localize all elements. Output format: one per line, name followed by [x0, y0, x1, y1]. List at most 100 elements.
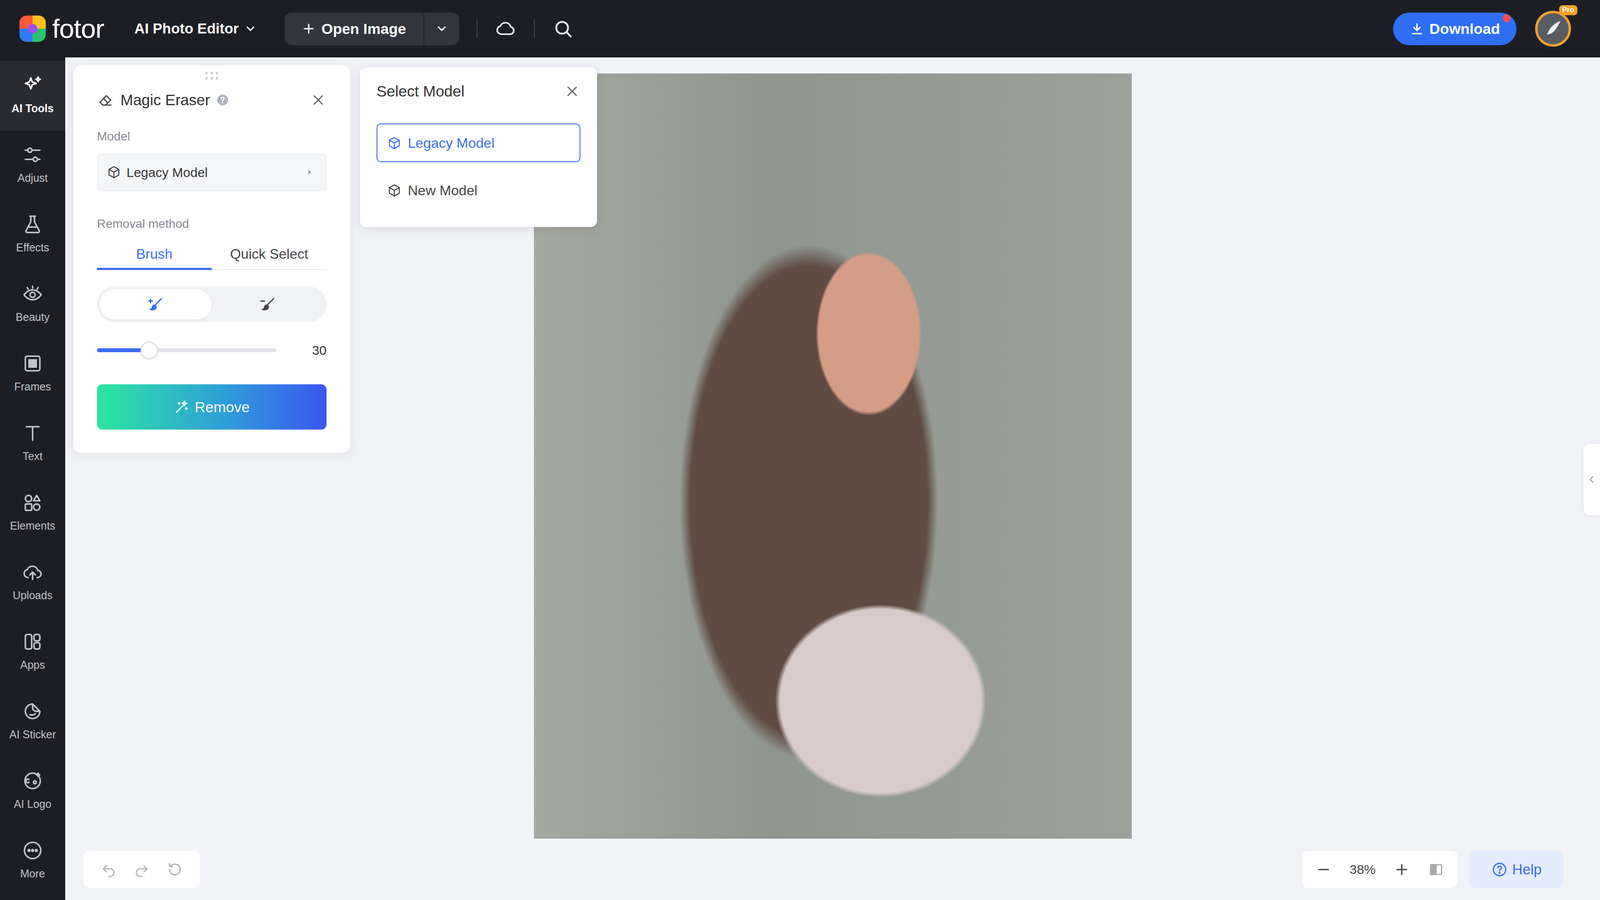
cloud-icon[interactable] [494, 17, 517, 40]
brush-size-value: 30 [312, 340, 327, 360]
brush-add-icon [146, 295, 165, 314]
sidebar-label: Effects [16, 239, 50, 257]
upload-icon [21, 561, 44, 584]
brush-erase-icon [259, 295, 277, 314]
chevron-left-icon [1586, 474, 1597, 485]
model-option-label: Legacy Model [407, 132, 495, 154]
sidebar-label: AI Sticker [9, 726, 57, 744]
sidebar-label: Frames [14, 378, 52, 396]
remove-button[interactable]: Remove [96, 384, 327, 430]
sidebar-item[interactable]: Apps [0, 617, 66, 687]
download-button[interactable]: Download [1393, 12, 1517, 46]
removal-label: Removal method [96, 216, 327, 232]
mode-menu[interactable]: AI Photo Editor [134, 17, 257, 40]
sidebar-item[interactable]: Beauty [0, 269, 66, 340]
sidebar-item[interactable]: AI Sticker [0, 686, 66, 757]
logo-icon [21, 770, 44, 792]
top-bar: fotor AI Photo Editor Open Image Downloa… [0, 0, 1600, 58]
brush-mode-button[interactable] [211, 289, 324, 320]
sticker-icon [21, 700, 44, 723]
sidebar-item[interactable]: Elements [0, 478, 66, 548]
collapse-tab[interactable] [1583, 443, 1600, 516]
slider-knob[interactable] [140, 341, 158, 360]
sidebar-label: Beauty [15, 309, 50, 326]
cube-icon [386, 183, 402, 198]
sidebar-item[interactable]: Frames [0, 339, 66, 409]
open-image-button[interactable]: Open Image [284, 12, 424, 46]
sidebar-item[interactable]: Adjust [0, 130, 66, 200]
menu-header: Select Model [376, 80, 581, 103]
open-image-label: Open Image [321, 17, 407, 40]
app: fotor AI Photo Editor Open Image Downloa… [0, 0, 1600, 900]
panel-header: Magic Eraser [96, 89, 327, 111]
reset-button[interactable] [165, 860, 184, 879]
method-tab-label: Quick Select [230, 246, 309, 262]
search-icon[interactable] [552, 17, 574, 40]
bottom-bar: 38% Help [65, 838, 1600, 900]
model-value: Legacy Model [126, 162, 208, 183]
workspace: AI Tools Adjust Effects Beauty Frames Text Ele… [0, 57, 1600, 900]
sparkle-icon [21, 74, 44, 97]
help-icon[interactable] [216, 93, 230, 107]
logo-text: fotor [52, 15, 104, 43]
model-option-label: New Model [407, 180, 478, 201]
model-option[interactable]: Legacy Model [376, 123, 581, 163]
close-icon[interactable] [563, 83, 581, 100]
method-tab[interactable]: Brush [96, 239, 212, 270]
eye-icon [21, 283, 44, 305]
logo[interactable]: fotor [18, 14, 104, 44]
sidebar-item[interactable]: More [0, 826, 66, 896]
zoom-in-button[interactable] [1393, 861, 1410, 878]
chevron-down-icon [243, 22, 257, 36]
sparkle-icon [173, 399, 190, 415]
flask-icon [21, 213, 44, 236]
model-select[interactable]: Legacy Model [96, 153, 327, 192]
open-image-dropdown[interactable] [423, 12, 460, 46]
divider [533, 19, 535, 39]
cube-icon [106, 164, 122, 180]
redo-button[interactable] [132, 860, 151, 879]
model-option[interactable]: New Model [376, 170, 581, 210]
undo-icon [99, 860, 118, 879]
divider [476, 19, 478, 39]
help-button[interactable]: Help [1469, 850, 1564, 888]
zoom-group: 38% [1302, 850, 1458, 888]
sidebar: AI Tools Adjust Effects Beauty Frames Text Ele… [0, 57, 66, 900]
eraser-icon [96, 91, 115, 109]
brush-mode-button[interactable] [99, 289, 212, 320]
photo[interactable] [533, 73, 1132, 839]
close-icon[interactable] [310, 91, 327, 109]
open-image-group: Open Image [284, 12, 460, 46]
brush-size-slider[interactable] [96, 348, 277, 353]
sidebar-item[interactable]: AI Tools [0, 60, 66, 131]
download-wrap: Download [1393, 12, 1517, 46]
logo-icon [18, 14, 47, 44]
zoom-out-button[interactable] [1315, 861, 1332, 878]
text-icon [21, 422, 44, 444]
pro-badge: Pro [1559, 5, 1578, 16]
method-tab[interactable]: Quick Select [211, 239, 327, 270]
cube-icon [386, 135, 402, 151]
sidebar-label: Text [22, 448, 43, 465]
frame-icon [21, 352, 44, 375]
avatar[interactable]: Pro [1534, 10, 1572, 47]
download-icon [1409, 21, 1425, 37]
sidebar-label: Adjust [17, 170, 48, 187]
chevron-right-icon [304, 167, 315, 177]
help-label: Help [1512, 858, 1542, 881]
sidebar-item[interactable]: Uploads [0, 547, 66, 618]
more-icon [21, 839, 44, 862]
compare-button[interactable] [1427, 861, 1445, 878]
panel-title: Magic Eraser [120, 88, 210, 112]
sidebar-label: More [20, 865, 46, 883]
sidebar-label: AI Logo [13, 796, 52, 813]
sidebar-item[interactable]: Effects [0, 200, 66, 270]
drag-handle-icon[interactable] [203, 70, 221, 81]
sidebar-label: Uploads [12, 587, 53, 604]
undo-button[interactable] [99, 860, 118, 879]
sidebar-label: Elements [10, 517, 56, 535]
method-tab-label: Brush [136, 246, 173, 262]
sidebar-item[interactable]: AI Logo [0, 756, 66, 827]
sidebar-item[interactable]: Text [0, 408, 66, 479]
magic-eraser-panel: Magic Eraser Model Legacy Model Removal … [73, 65, 350, 454]
